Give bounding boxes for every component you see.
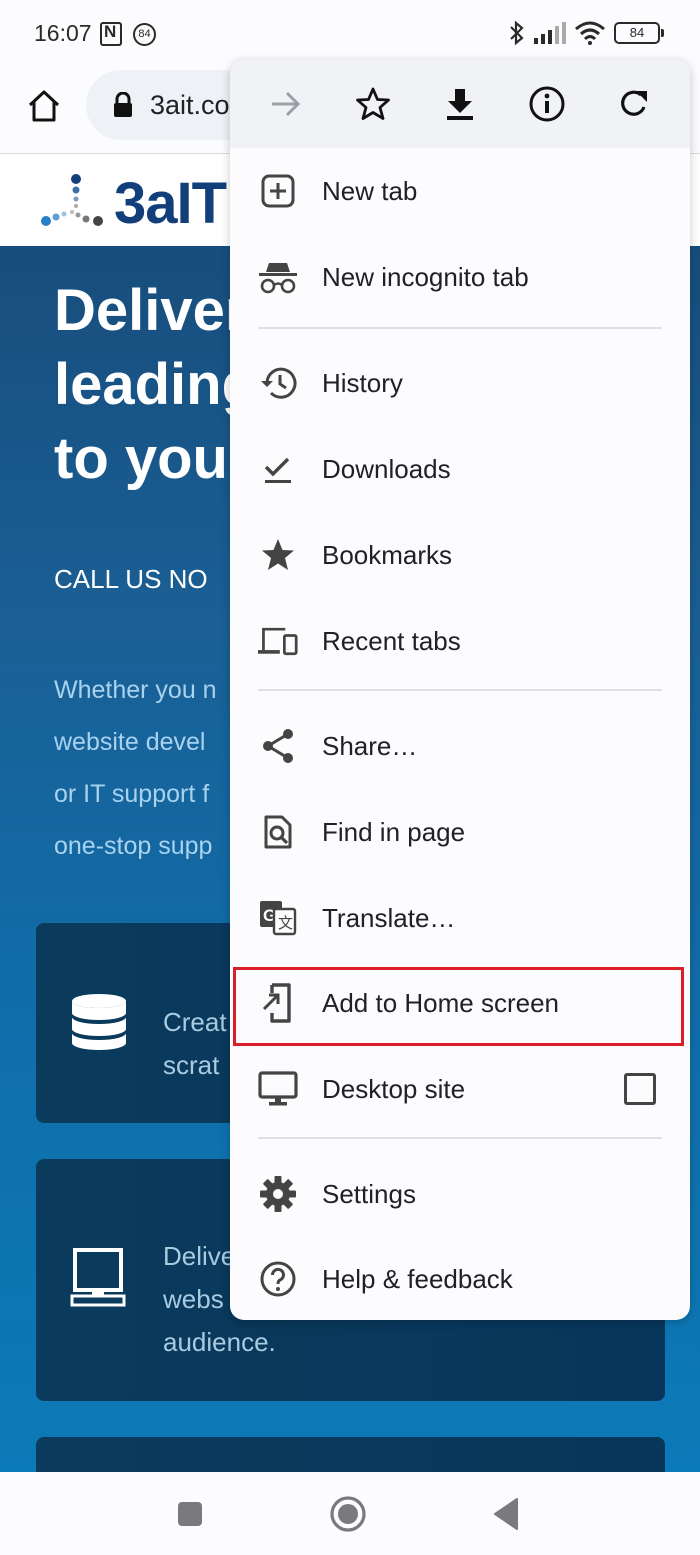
- reload-button[interactable]: [606, 76, 662, 132]
- menu-item-label: Find in page: [322, 816, 466, 847]
- share-icon: [258, 726, 298, 766]
- forward-button[interactable]: [258, 76, 314, 132]
- wifi-icon: [575, 21, 605, 45]
- help-icon: [258, 1259, 298, 1299]
- home-button[interactable]: [22, 84, 66, 128]
- translate-icon: G文: [258, 898, 298, 938]
- bookmarks-icon: [258, 535, 298, 575]
- highlight-annotation: [233, 967, 684, 1046]
- reload-icon: [621, 90, 648, 116]
- notification-badge: 84: [133, 23, 156, 46]
- menu-item-new-incognito-tab[interactable]: New incognito tab: [230, 234, 690, 320]
- back-icon: [494, 1498, 518, 1530]
- find-in-page-icon: [258, 812, 298, 852]
- menu-item-label: Recent tabs: [322, 625, 461, 656]
- menu-item-label: Help & feedback: [322, 1263, 513, 1294]
- status-bar: 16:07 84 84: [0, 0, 700, 66]
- menu-item-new-tab[interactable]: New tab: [230, 148, 690, 234]
- incognito-icon: [258, 257, 298, 297]
- menu-item-label: New incognito tab: [322, 261, 529, 292]
- overflow-menu: New tab New incognito tab History Downlo…: [230, 60, 690, 1320]
- new-tab-icon: [258, 171, 298, 211]
- menu-item-history[interactable]: History: [230, 340, 690, 426]
- home-nav-button[interactable]: [328, 1494, 368, 1534]
- settings-icon: [258, 1174, 298, 1214]
- recent-tabs-icon: [258, 621, 298, 661]
- page-info-icon: [529, 86, 565, 122]
- url-text: 3ait.co: [150, 90, 230, 120]
- menu-item-label: Downloads: [322, 453, 451, 484]
- forward-icon: [271, 91, 300, 117]
- battery-indicator: 84: [614, 22, 664, 44]
- menu-item-label: Bookmarks: [322, 539, 453, 570]
- menu-item-downloads[interactable]: Downloads: [230, 426, 690, 512]
- recents-button[interactable]: [170, 1494, 210, 1534]
- nfc-icon: [100, 22, 122, 46]
- menu-item-label: Translate…: [322, 902, 456, 933]
- system-nav-bar: [0, 1472, 700, 1555]
- back-button[interactable]: [486, 1494, 526, 1534]
- logo-dots-icon: [41, 174, 103, 226]
- menu-divider: [258, 689, 662, 691]
- lock-icon: [114, 92, 132, 117]
- menu-item-label: Desktop site: [322, 1073, 466, 1104]
- menu-item-recent-tabs[interactable]: Recent tabs: [230, 598, 690, 684]
- menu-item-bookmarks[interactable]: Bookmarks: [230, 512, 690, 598]
- menu-divider: [258, 1137, 662, 1139]
- monitor-icon: [70, 1248, 126, 1307]
- home-icon: [28, 90, 60, 122]
- signal-icon: [534, 22, 566, 44]
- menu-item-find-in-page[interactable]: Find in page: [230, 789, 690, 875]
- menu-action-bar: [230, 60, 690, 148]
- desktop-site-checkbox[interactable]: [624, 1073, 656, 1105]
- bookmark-star-icon: [355, 87, 390, 120]
- call-us-link[interactable]: CALL US NO: [54, 564, 208, 595]
- history-icon: [258, 363, 298, 403]
- page-info-button[interactable]: [519, 76, 575, 132]
- service-card[interactable]: [36, 1437, 665, 1472]
- downloads-icon: [258, 449, 298, 489]
- menu-divider: [258, 327, 662, 329]
- menu-item-label: New tab: [322, 175, 418, 206]
- logo-text: 3aIT: [114, 170, 227, 236]
- bookmark-button[interactable]: [345, 76, 401, 132]
- bluetooth-icon: [510, 20, 524, 46]
- home-nav-icon: [330, 1496, 366, 1532]
- status-time: 16:07: [34, 20, 92, 46]
- menu-item-help-feedback[interactable]: Help & feedback: [230, 1236, 690, 1320]
- recents-icon: [178, 1502, 202, 1526]
- menu-item-settings[interactable]: Settings: [230, 1151, 690, 1237]
- svg-text:文: 文: [278, 914, 293, 932]
- download-icon: [446, 89, 473, 120]
- menu-item-desktop-site[interactable]: Desktop site: [230, 1046, 690, 1132]
- menu-item-label: Share…: [322, 730, 418, 761]
- menu-item-label: History: [322, 367, 403, 398]
- menu-item-label: Settings: [322, 1178, 416, 1209]
- menu-item-translate[interactable]: G文 Translate…: [230, 875, 690, 961]
- database-icon: [72, 994, 126, 1050]
- desktop-icon: [258, 1069, 298, 1109]
- site-logo[interactable]: 3aIT: [40, 168, 227, 238]
- download-button[interactable]: [432, 76, 488, 132]
- menu-item-share[interactable]: Share…: [230, 703, 690, 789]
